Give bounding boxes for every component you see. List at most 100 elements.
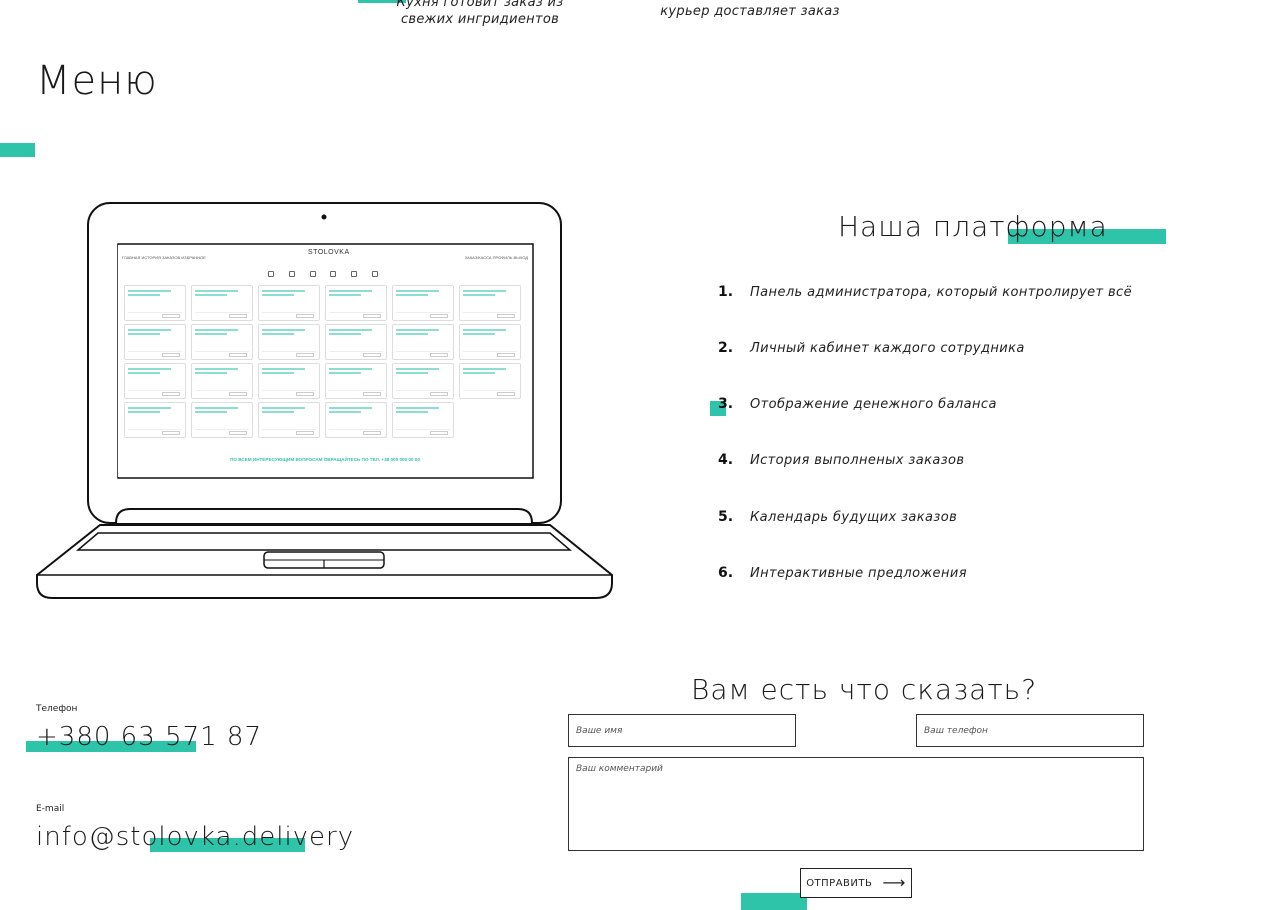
card-title-line bbox=[396, 294, 429, 296]
card-title-line bbox=[128, 372, 161, 374]
platform-feature-item: 6. Интерактивные предложения bbox=[718, 565, 1138, 587]
card-add-button bbox=[162, 314, 180, 318]
card-title-line bbox=[329, 411, 362, 413]
card-add-button bbox=[296, 353, 314, 357]
platform-feature-item: 3. Отображение денежного баланса bbox=[718, 396, 1138, 418]
platform-feature-item: 5. Календарь будущих заказов bbox=[718, 509, 1138, 531]
screen-menu-card bbox=[258, 363, 320, 399]
menu-title: Меню bbox=[36, 58, 158, 104]
card-add-button bbox=[229, 431, 247, 435]
submit-button[interactable]: ОТПРАВИТЬ ⟶ bbox=[800, 868, 912, 898]
card-title-line bbox=[262, 333, 295, 335]
card-add-button bbox=[296, 431, 314, 435]
category-icon bbox=[288, 271, 295, 277]
feedback-title: Вам есть что сказать? bbox=[691, 673, 1038, 706]
feature-text: Отображение денежного баланса bbox=[750, 397, 997, 412]
card-title-line bbox=[463, 329, 507, 331]
card-add-button bbox=[430, 431, 448, 435]
screen-menu-card bbox=[459, 285, 521, 321]
name-input[interactable] bbox=[568, 714, 796, 747]
phone-label: Телефон bbox=[36, 704, 78, 714]
card-footer bbox=[195, 312, 249, 318]
card-add-button bbox=[162, 392, 180, 396]
card-add-button bbox=[363, 314, 381, 318]
card-title-line bbox=[396, 333, 429, 335]
card-title-line bbox=[396, 372, 429, 374]
laptop-screen-content: ГЛАВНАЯ ИСТОРИЯ ЗАКАЗОВ ИЗБРАННОЕ ЗАКАЗ/… bbox=[118, 245, 532, 477]
feature-text: Панель администратора, который контролир… bbox=[750, 285, 1132, 300]
step-kitchen-text: Кухня готовит заказ из свежих ингридиент… bbox=[396, 0, 564, 27]
card-title-line bbox=[396, 368, 440, 370]
card-title-line bbox=[195, 372, 228, 374]
card-add-button bbox=[363, 431, 381, 435]
card-title-line bbox=[329, 290, 373, 292]
card-footer bbox=[463, 312, 517, 318]
arrow-right-icon: ⟶ bbox=[882, 873, 906, 892]
card-title-line bbox=[463, 368, 507, 370]
card-title-line bbox=[128, 407, 172, 409]
screen-menu-card bbox=[124, 363, 186, 399]
step-courier-text: курьер доставляет заказ bbox=[660, 4, 840, 19]
card-title-line bbox=[463, 372, 496, 374]
card-add-button bbox=[162, 353, 180, 357]
screen-menu-card bbox=[392, 285, 454, 321]
screen-category-icons bbox=[268, 271, 378, 279]
card-add-button bbox=[296, 392, 314, 396]
card-add-button bbox=[296, 314, 314, 318]
card-add-button bbox=[363, 392, 381, 396]
card-title-line bbox=[463, 290, 507, 292]
phone-input[interactable] bbox=[916, 714, 1144, 747]
email-link[interactable]: info@stolovka.delivery bbox=[36, 822, 354, 852]
card-title-line bbox=[329, 333, 362, 335]
screen-menu-card bbox=[191, 324, 253, 360]
feature-text: Интерактивные предложения bbox=[750, 566, 967, 581]
card-title-line bbox=[128, 333, 161, 335]
screen-menu-card bbox=[191, 285, 253, 321]
screen-menu-card bbox=[124, 402, 186, 438]
card-title-line bbox=[128, 290, 172, 292]
feature-text: Календарь будущих заказов bbox=[750, 510, 958, 525]
card-title-line bbox=[262, 407, 306, 409]
email-label: E-mail bbox=[36, 804, 65, 814]
card-title-line bbox=[262, 368, 306, 370]
feature-number: 1. bbox=[718, 284, 734, 300]
card-add-button bbox=[363, 353, 381, 357]
card-footer bbox=[329, 390, 383, 396]
card-add-button bbox=[229, 392, 247, 396]
screen-footer-text: ПО ВСЕМ ИНТЕРЕСУЮЩИМ ВОПРОСАМ ОБРАЩАЙТЕС… bbox=[230, 457, 420, 462]
phone-link[interactable]: +380 63 571 87 bbox=[36, 722, 262, 752]
card-title-line bbox=[195, 333, 228, 335]
card-title-line bbox=[396, 407, 440, 409]
submit-button-label: ОТПРАВИТЬ bbox=[806, 877, 873, 889]
category-icon bbox=[309, 271, 316, 277]
card-footer bbox=[329, 429, 383, 435]
card-add-button bbox=[497, 353, 515, 357]
screen-logo: STOLOVKA bbox=[308, 249, 350, 256]
card-footer bbox=[195, 429, 249, 435]
card-title-line bbox=[262, 290, 306, 292]
card-footer bbox=[463, 351, 517, 357]
screen-menu-card bbox=[325, 324, 387, 360]
screen-menu-card bbox=[459, 324, 521, 360]
accent-bar bbox=[741, 893, 807, 910]
card-add-button bbox=[497, 392, 515, 396]
screen-menu-card bbox=[124, 324, 186, 360]
screen-menu-card bbox=[392, 402, 454, 438]
card-footer bbox=[396, 312, 450, 318]
platform-feature-item: 4. История выполненых заказов bbox=[718, 452, 1138, 474]
feature-number: 6. bbox=[718, 565, 734, 581]
screen-menu-card bbox=[325, 402, 387, 438]
card-footer bbox=[128, 390, 182, 396]
card-add-button bbox=[430, 314, 448, 318]
card-title-line bbox=[329, 294, 362, 296]
card-title-line bbox=[195, 329, 239, 331]
card-title-line bbox=[195, 294, 228, 296]
card-title-line bbox=[195, 290, 239, 292]
screen-menu-card bbox=[124, 285, 186, 321]
feature-number: 2. bbox=[718, 340, 734, 356]
card-title-line bbox=[128, 329, 172, 331]
comment-textarea[interactable] bbox=[568, 757, 1144, 851]
card-title-line bbox=[329, 368, 373, 370]
screen-menu-card bbox=[392, 324, 454, 360]
feature-text: Личный кабинет каждого сотрудника bbox=[750, 341, 1025, 356]
